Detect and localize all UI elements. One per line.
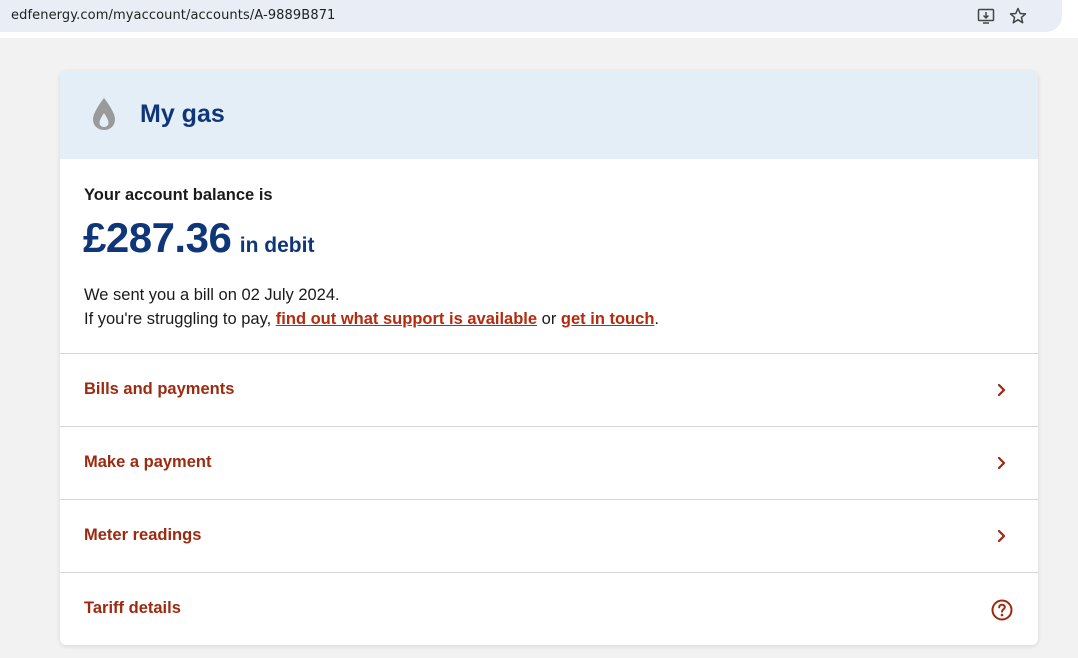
balance-row: £287.36 in debit xyxy=(83,214,314,262)
install-app-icon[interactable] xyxy=(976,6,996,26)
gas-account-card: My gas Your account balance is £287.36 i… xyxy=(60,71,1038,645)
menu-item-label: Bills and payments xyxy=(84,380,235,398)
balance-status: in debit xyxy=(239,234,315,257)
card-header: My gas xyxy=(60,71,1038,159)
menu-item-make-a-payment[interactable]: Make a payment xyxy=(60,426,1038,499)
balance-amount: £287.36 xyxy=(83,214,232,261)
menu-item-meter-readings[interactable]: Meter readings xyxy=(60,499,1038,572)
card-title: My gas xyxy=(140,100,225,128)
support-available-link[interactable]: find out what support is available xyxy=(276,310,537,328)
menu-item-label: Tariff details xyxy=(84,599,181,617)
support-or: or xyxy=(537,310,561,328)
balance-label: Your account balance is xyxy=(84,186,273,204)
bill-sent-text: We sent you a bill on 02 July 2024. xyxy=(84,286,340,304)
browser-toolbar: edfenergy.com/myaccount/accounts/A-9889B… xyxy=(0,0,1078,38)
url-text[interactable]: edfenergy.com/myaccount/accounts/A-9889B… xyxy=(11,8,335,23)
menu-item-tariff-details[interactable]: Tariff details xyxy=(60,572,1038,645)
support-text: If you're struggling to pay, find out wh… xyxy=(84,307,659,331)
get-in-touch-link[interactable]: get in touch xyxy=(561,310,655,328)
help-circle-icon[interactable] xyxy=(990,598,1014,622)
chevron-right-icon xyxy=(997,529,1006,543)
menu-item-bills-and-payments[interactable]: Bills and payments xyxy=(60,353,1038,426)
chevron-right-icon xyxy=(997,456,1006,470)
chevron-right-icon xyxy=(997,383,1006,397)
address-bar[interactable]: edfenergy.com/myaccount/accounts/A-9889B… xyxy=(0,0,1062,32)
gas-flame-icon xyxy=(93,98,115,130)
support-prefix: If you're struggling to pay, xyxy=(84,310,276,328)
bookmark-star-icon[interactable] xyxy=(1008,6,1028,26)
menu-item-label: Meter readings xyxy=(84,526,202,544)
support-suffix: . xyxy=(654,310,659,328)
menu-item-label: Make a payment xyxy=(84,453,212,471)
